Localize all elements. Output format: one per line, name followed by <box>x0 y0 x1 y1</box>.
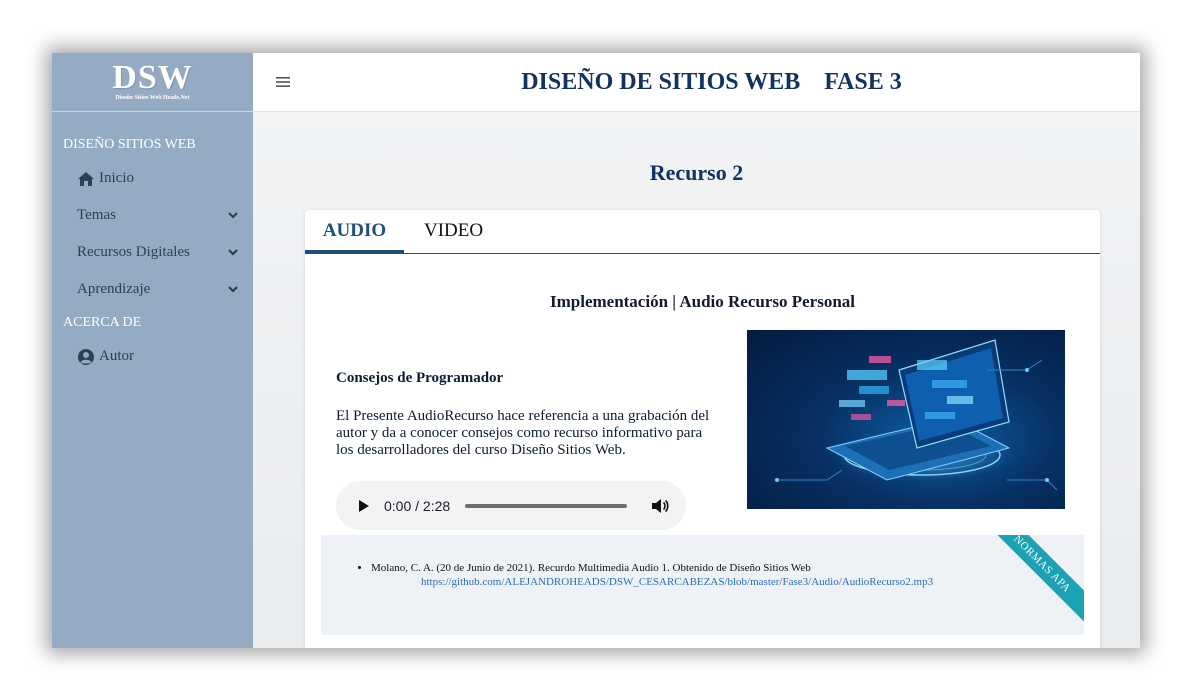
audio-time: 0:00 / 2:28 <box>384 497 451 514</box>
chevron-down-icon <box>228 212 238 219</box>
sidebar: DSW Diseño Sitios Web Heads.Net DISEÑO S… <box>52 53 253 648</box>
sidebar-item-label: Aprendizaje <box>77 281 151 297</box>
play-icon[interactable] <box>358 499 370 512</box>
sidebar-item-label: Inicio <box>99 170 134 186</box>
sidebar-item-temas[interactable]: Temas <box>52 197 253 234</box>
apa-ribbon: NORMAS APA <box>984 535 1084 622</box>
references-list: Molano, C. A. (20 de Junio de 2021). Rec… <box>321 561 933 589</box>
sidebar-item-recursos[interactable]: Recursos Digitales <box>52 234 253 271</box>
sidebar-item-aprendizaje[interactable]: Aprendizaje <box>52 271 253 308</box>
reference-item: Molano, C. A. (20 de Junio de 2021). Rec… <box>371 561 933 589</box>
sidebar-item-label: Recursos Digitales <box>77 244 190 260</box>
sidebar-item-label: Autor <box>99 348 134 364</box>
tab-video[interactable]: VIDEO <box>424 210 483 253</box>
user-circle-icon <box>77 348 95 366</box>
audio-progress[interactable] <box>465 503 628 508</box>
header-title: DISEÑO DE SITIOS WEB FASE 3 <box>253 53 1140 111</box>
sidebar-section-acerca: ACERCA DE <box>63 315 142 330</box>
home-icon <box>77 170 95 188</box>
resource-card: AUDIO VIDEO Implementación | Audio Recur… <box>305 210 1100 648</box>
logo-text: DSW <box>112 59 193 96</box>
site-title: DISEÑO DE SITIOS WEB <box>521 69 801 95</box>
logo[interactable]: DSW Diseño Sitios Web Heads.Net <box>52 53 253 112</box>
tips-text: El Presente AudioRecurso hace referencia… <box>336 408 710 458</box>
tab-bar: AUDIO VIDEO <box>305 210 1100 254</box>
main-content: Recurso 2 AUDIO VIDEO Implementación | A… <box>253 112 1140 648</box>
page-title: Recurso 2 <box>649 160 744 185</box>
volume-icon[interactable] <box>651 498 669 514</box>
references-box: Molano, C. A. (20 de Junio de 2021). Rec… <box>321 535 1084 635</box>
sidebar-item-label: Temas <box>77 207 116 223</box>
sidebar-item-autor[interactable]: Autor <box>52 338 253 375</box>
chevron-down-icon <box>228 286 238 293</box>
tips-heading: Consejos de Programador <box>336 370 504 386</box>
audio-player: 0:00 / 2:28 <box>336 481 686 530</box>
reference-citation: Molano, C. A. (20 de Junio de 2021). Rec… <box>371 562 811 574</box>
top-header: DISEÑO DE SITIOS WEB FASE 3 <box>253 53 1140 112</box>
logo-subtitle: Diseño Sitios Web Heads.Net <box>115 95 190 101</box>
reference-link[interactable]: https://github.com/ALEJANDROHEADS/DSW_CE… <box>371 575 933 589</box>
sidebar-item-inicio[interactable]: Inicio <box>52 160 253 197</box>
hero-image-laptop <box>747 330 1065 509</box>
sidebar-section-diseno: DISEÑO SITIOS WEB <box>63 137 196 152</box>
tab-audio[interactable]: AUDIO <box>305 210 404 253</box>
chevron-down-icon <box>228 249 238 256</box>
section-subtitle: Implementación | Audio Recurso Personal <box>549 292 855 311</box>
phase-label: FASE 3 <box>824 69 902 95</box>
app-window: DSW Diseño Sitios Web Heads.Net DISEÑO S… <box>52 53 1140 648</box>
